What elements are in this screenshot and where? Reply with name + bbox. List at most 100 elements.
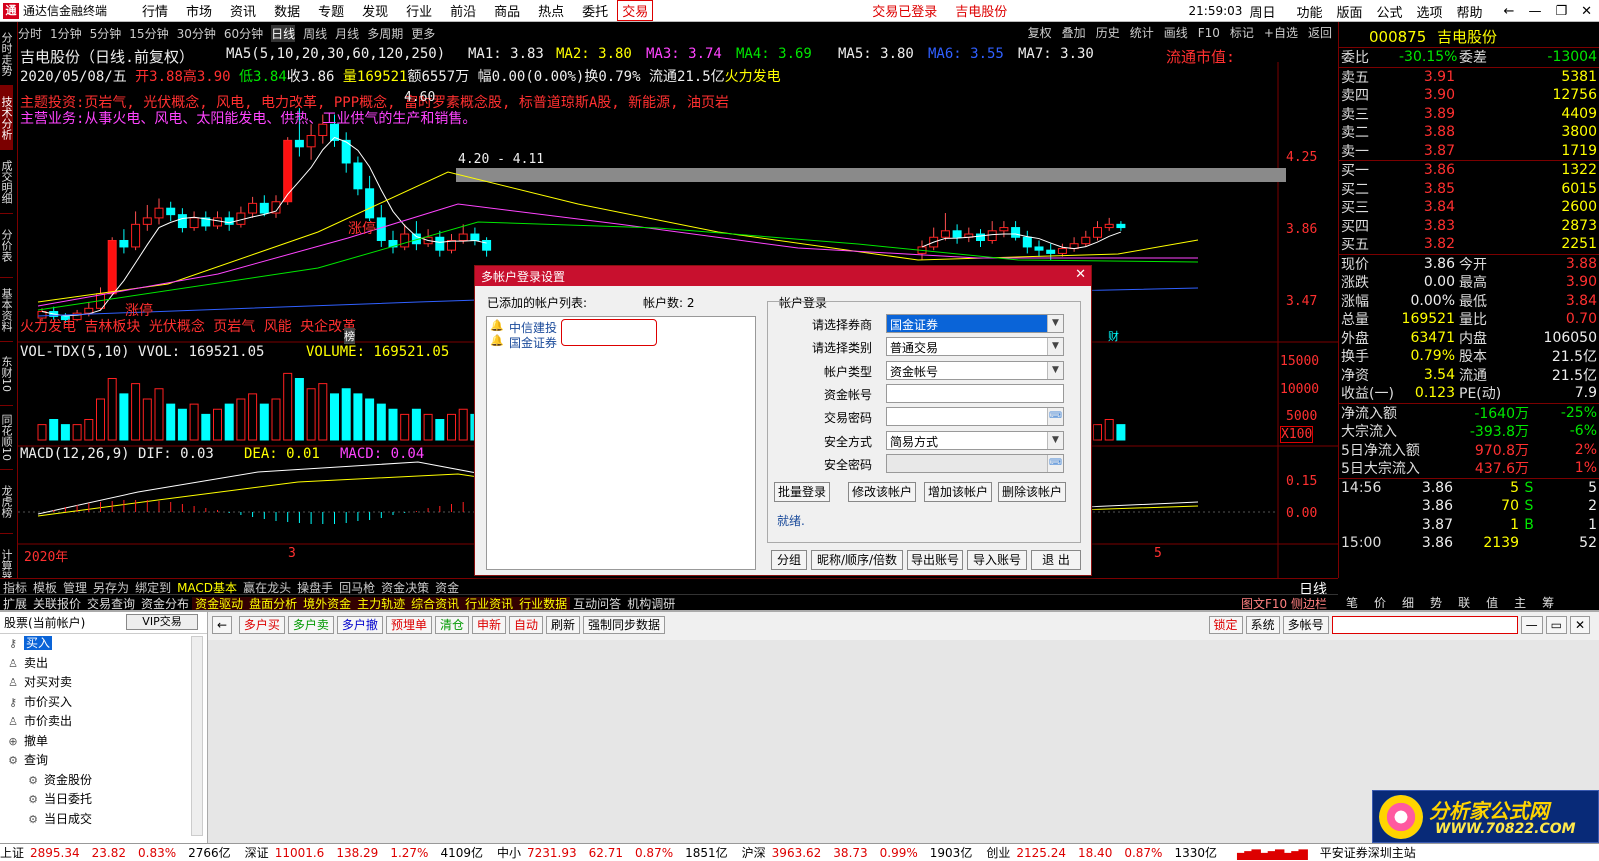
chart-tool-button[interactable]: 返回 (1308, 24, 1332, 41)
chart-tool-button[interactable]: 历史 (1096, 24, 1120, 41)
chart-tool-button[interactable]: 叠加 (1062, 24, 1086, 41)
indicator-tab[interactable]: 操盘手 (294, 581, 336, 594)
vtab[interactable]: 同花顺10 (0, 406, 13, 470)
trade-tool-button[interactable]: 自动 (508, 616, 543, 634)
vtab[interactable]: 分价表 (0, 214, 13, 278)
account-action-button[interactable]: 批量登录 (774, 482, 830, 502)
tree-item[interactable]: ⚷ 市价买入 (0, 693, 207, 713)
trade-tool-button[interactable]: 预埋单 (385, 616, 432, 634)
restore-icon[interactable]: ❐ (1555, 4, 1567, 19)
vtab[interactable]: 东财10 (0, 342, 13, 406)
index-quote[interactable]: 沪深 3963.62 38.73 0.99% 1903亿 (742, 844, 977, 861)
period-tab[interactable]: 5分钟 (90, 25, 122, 42)
index-quote[interactable]: 上证 2895.34 23.82 0.83% 2766亿 (0, 844, 235, 861)
menu-item[interactable]: 委托 (573, 1, 617, 20)
quote-tab[interactable]: 主 (1514, 594, 1526, 611)
chart-tool-button[interactable]: F10 (1198, 26, 1220, 40)
extension-tab[interactable]: 盘面分析 (246, 597, 301, 610)
indicator-tab[interactable]: 资金 (432, 581, 462, 594)
index-quote[interactable]: 深证 11001.6 138.29 1.27% 4109亿 (245, 844, 487, 861)
trade-tool-button[interactable]: 多户卖 (287, 616, 334, 634)
tree-item[interactable]: ♙ 对买对卖 (0, 673, 207, 693)
quote-tab[interactable]: 筹 (1542, 594, 1554, 611)
right-menu-item[interactable]: 版面 (1336, 2, 1362, 21)
period-tab[interactable]: 更多 (411, 25, 435, 42)
period-tab[interactable]: 分时 (18, 25, 42, 42)
vtab[interactable]: 分时走势 (0, 22, 13, 86)
account-action-button[interactable]: 删除该帐户 (998, 482, 1066, 502)
chevron-down-icon[interactable]: ▼ (1047, 338, 1063, 356)
vtab[interactable]: 基本资料 (0, 278, 13, 342)
trade-right-button[interactable]: 多帐号 (1282, 616, 1329, 634)
dialog-footer-button[interactable]: 退 出 (1031, 550, 1081, 570)
quote-tab[interactable]: 价 (1374, 594, 1386, 611)
chevron-down-icon[interactable]: ▼ (1047, 315, 1063, 332)
index-quote[interactable]: 中小 7231.93 62.71 0.87% 1851亿 (497, 844, 732, 861)
menu-item[interactable]: 热点 (529, 1, 573, 20)
period-tab[interactable]: 月线 (335, 25, 359, 42)
select-field[interactable]: 简易方式 ▼ (886, 430, 1064, 450)
menu-item[interactable]: 数据 (265, 1, 309, 20)
index-quote[interactable]: 创业 2125.24 18.40 0.87% 1330亿 (986, 844, 1221, 861)
period-tab[interactable]: 周线 (303, 25, 327, 42)
tree-item[interactable]: ⚙ 资金股份 (0, 771, 207, 791)
chevron-down-icon[interactable]: ▼ (1047, 361, 1063, 379)
menu-item[interactable]: 商品 (485, 1, 529, 20)
trade-tool-button[interactable]: 多户买 (238, 616, 285, 634)
trade-right-button[interactable]: 锁定 (1208, 616, 1243, 634)
trade-tool-button[interactable]: 刷新 (546, 616, 581, 634)
extension-tab[interactable]: 综合资讯 (408, 597, 463, 610)
vtab[interactable]: 成交明细 (0, 150, 13, 214)
vip-button[interactable]: VIP交易 (126, 614, 198, 630)
extension-tab[interactable]: 机构调研 (624, 597, 678, 610)
back-icon[interactable]: ← (1504, 4, 1515, 19)
tree-item[interactable]: ⚙ 查询 (0, 751, 207, 771)
trade-right-button[interactable]: 系统 (1245, 616, 1280, 634)
tree-item[interactable]: ⚷ 买入 (0, 634, 207, 654)
select-field[interactable]: 普通交易 ▼ (886, 337, 1064, 357)
sidebar-toggle[interactable]: 图文F10 侧边栏 (1238, 595, 1330, 610)
quick-search-input[interactable] (1331, 616, 1518, 634)
period-tab[interactable]: 多周期 (367, 25, 403, 42)
trade-tool-button[interactable]: 申新 (471, 616, 506, 634)
period-tab[interactable]: 15分钟 (129, 25, 168, 42)
account-edit-box[interactable] (561, 319, 657, 346)
indicator-tab[interactable]: 管理 (60, 581, 90, 594)
period-tab[interactable]: 60分钟 (224, 25, 263, 42)
right-menu-item[interactable]: 公式 (1376, 2, 1402, 21)
trade-tool-button[interactable]: 强制同步数据 (583, 616, 666, 634)
menu-item[interactable]: 行情 (133, 1, 177, 20)
restore-icon[interactable]: ▭ (1545, 616, 1567, 634)
dialog-footer-button[interactable]: 分组 (771, 550, 807, 570)
tree-item[interactable]: ⚙ 当日成交 (0, 810, 207, 830)
account-action-button[interactable]: 增加该帐户 (924, 482, 992, 502)
indicator-tab[interactable]: 资金决策 (378, 581, 432, 594)
right-menu-item[interactable]: 功能 (1296, 2, 1322, 21)
period-tab[interactable]: 1分钟 (50, 25, 82, 42)
right-menu-item[interactable]: 帮助 (1457, 2, 1483, 21)
chart-tool-button[interactable]: 标记 (1230, 24, 1254, 41)
chart-tool-button[interactable]: +自选 (1264, 24, 1298, 41)
vtab[interactable]: 技术分析 (0, 86, 13, 150)
minimize-icon[interactable]: — (1528, 4, 1541, 19)
extension-tab[interactable]: 扩展 (0, 597, 30, 610)
extension-tab[interactable]: 行业资讯 (462, 597, 517, 610)
indicator-tab[interactable]: 赢在龙头 (240, 581, 294, 594)
indicator-tab[interactable]: 回马枪 (336, 581, 378, 594)
chart-tool-button[interactable]: 复权 (1028, 24, 1052, 41)
quote-tab[interactable]: 值 (1486, 594, 1498, 611)
menu-item[interactable]: 资讯 (221, 1, 265, 20)
tree-item[interactable]: ♙ 市价卖出 (0, 712, 207, 732)
quote-tab[interactable]: 笔 (1346, 594, 1358, 611)
dialog-footer-button[interactable]: 昵称/顺序/倍数 (811, 550, 903, 570)
quote-tab[interactable]: 联 (1458, 594, 1470, 611)
extension-tab[interactable]: 交易查询 (84, 597, 138, 610)
indicator-tab[interactable]: 模板 (30, 581, 60, 594)
trade-tool-button[interactable]: 清仓 (434, 616, 469, 634)
chevron-down-icon[interactable]: ▼ (1047, 431, 1063, 449)
menu-item[interactable]: 发现 (353, 1, 397, 20)
bang-badge[interactable]: 榜 (344, 328, 355, 344)
right-menu-item[interactable]: 选项 (1417, 2, 1443, 21)
keyboard-icon[interactable]: ⌨ (1047, 408, 1063, 426)
menu-item[interactable]: 行业 (397, 1, 441, 20)
